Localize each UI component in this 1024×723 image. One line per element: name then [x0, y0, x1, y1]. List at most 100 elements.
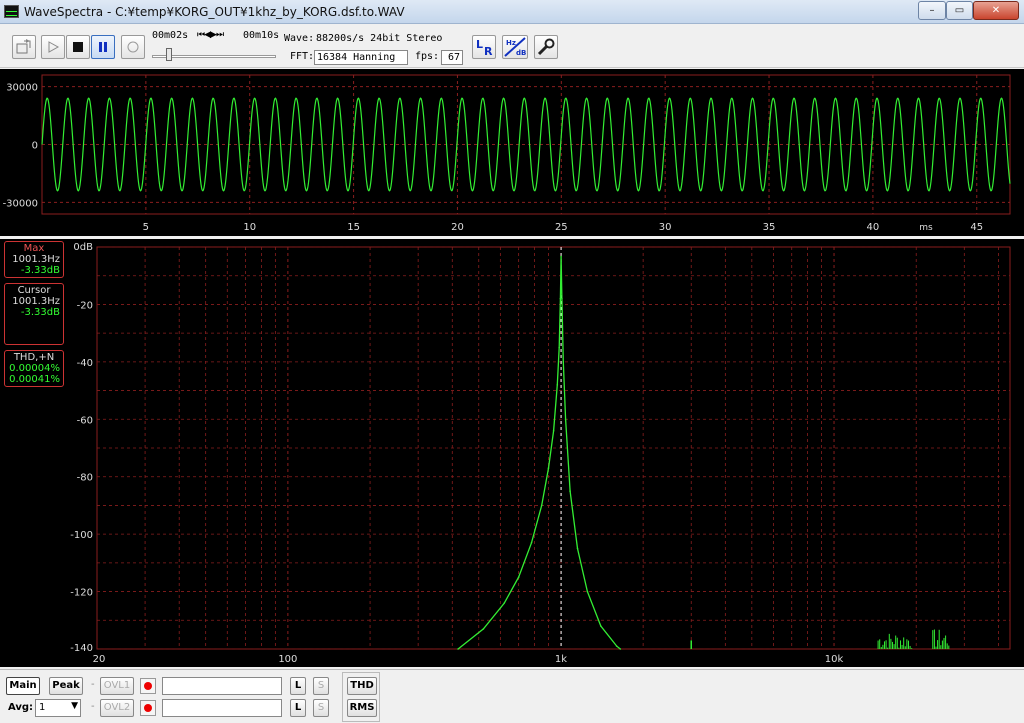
pause-icon [99, 42, 107, 52]
wave-y-tick-label: 30000 [6, 83, 38, 94]
window-title: WaveSpectra - C:¥temp¥KORG_OUT¥1khz_by_K… [24, 5, 405, 19]
separator-dash-1: - [91, 679, 95, 690]
spectrum-point [561, 297, 563, 300]
waveform-chart: 5 10 15 20 25 30 35 40 45 ms 30000 0 -30000 [3, 74, 1011, 233]
wave-x-tick-label: 25 [555, 222, 568, 233]
spectrum-point [547, 467, 550, 469]
lr-channel-button[interactable]: LR [472, 35, 496, 59]
ovl1-load-button[interactable]: L [290, 677, 306, 695]
main-button[interactable]: Main [6, 677, 40, 695]
spectrum-point [562, 361, 565, 363]
spectrum-y-tick-label: -140 [70, 643, 93, 654]
max-level: -3.33dB [20, 265, 60, 276]
wave-x-tick-label: 5 [143, 222, 149, 233]
bottom-control-bar: Main Peak - OVL1 L S Avg: 1 ▼ - OVL2 L S… [0, 669, 1024, 723]
ovl1-record-button[interactable] [140, 678, 156, 694]
waveform-panel[interactable]: 5 10 15 20 25 30 35 40 45 ms 30000 0 -30000 [0, 69, 1024, 236]
time-start: 00m02s [152, 30, 189, 41]
ovl2-button[interactable]: OVL2 [100, 699, 134, 717]
spectrum-panel[interactable]: 20 100 1k 10k 0dB -20 -40 -60 -80 -100 -120 -140 Ma… [0, 239, 1024, 667]
spectrum-point [600, 625, 602, 627]
max-title: Max [23, 243, 45, 254]
open-file-button[interactable] [12, 35, 36, 59]
spectrum-y-tick-label: -60 [77, 415, 93, 426]
minimize-button[interactable]: – [918, 1, 946, 20]
avg-select[interactable]: 1 ▼ [35, 699, 81, 717]
app-icon [4, 5, 19, 18]
cursor-freq: 1001.3Hz [12, 296, 60, 307]
spectrum-point [503, 602, 506, 604]
cursor-info-box: Cursor 1001.3Hz -3.33dB [4, 283, 64, 345]
record-icon [127, 41, 139, 53]
wave-y-tick-label: -30000 [3, 198, 38, 209]
ovl2-file-field[interactable] [162, 699, 282, 717]
fps-value: 67 [441, 50, 463, 65]
wave-x-tick-label: 15 [347, 222, 360, 233]
hz-db-icon: Hz dB [504, 37, 526, 57]
title-bar: WaveSpectra - C:¥temp¥KORG_OUT¥1khz_by_K… [0, 0, 1024, 24]
chevron-down-icon: ▼ [71, 701, 78, 711]
spectrum-x-tick-label: 10k [825, 654, 844, 665]
cursor-title: Cursor [17, 285, 51, 296]
pause-button[interactable] [91, 35, 115, 59]
spectrum-y-tick-label: -120 [70, 588, 93, 599]
cursor-level: -3.33dB [20, 307, 60, 318]
position-slider-thumb[interactable] [166, 48, 173, 61]
restore-button[interactable]: ▭ [946, 1, 973, 20]
wave-x-tick-label: 10 [243, 222, 256, 233]
fft-setting-value[interactable]: 16384 Hanning [314, 50, 408, 65]
wave-x-tick-label: 30 [659, 222, 672, 233]
lr-channel-icon: LR [476, 38, 493, 58]
ovl2-save-button[interactable]: S [313, 699, 329, 717]
record-button[interactable] [121, 35, 145, 59]
ovl1-button[interactable]: OVL1 [100, 677, 134, 695]
transport-controls[interactable]: ⏮◀▶⏭ [197, 30, 224, 40]
spectrum-y-tick-label: -20 [77, 300, 93, 311]
wave-x-tick-label: 40 [867, 222, 880, 233]
spectrum-point [560, 255, 562, 258]
spectrum-x-tick-label: 1k [555, 654, 567, 665]
ovl1-file-field[interactable] [162, 677, 282, 695]
spectrum-point [482, 628, 485, 630]
spectrum-point [619, 648, 622, 650]
rms-button[interactable]: RMS [347, 699, 377, 717]
spectrum-point [558, 346, 560, 349]
thd-button[interactable]: THD [347, 677, 377, 695]
wave-x-tick-label: 45 [970, 222, 983, 233]
avg-value: 1 [39, 702, 46, 713]
play-button[interactable] [41, 35, 65, 59]
close-button[interactable]: ✕ [973, 1, 1019, 20]
spectrum-y-tick-label: -40 [77, 358, 93, 369]
peak-button[interactable]: Peak [49, 677, 83, 695]
spectrum-point [517, 576, 520, 579]
stop-button[interactable] [66, 35, 90, 59]
play-icon [48, 41, 60, 53]
svg-text:dB: dB [516, 49, 526, 57]
wave-x-tick-label: 35 [763, 222, 776, 233]
thd-title: THD,+N [13, 352, 55, 363]
spectrum-trace [457, 256, 621, 650]
spectrum-y-tick-label: 0dB [73, 242, 93, 253]
spectrum-x-tick-label: 20 [93, 654, 106, 665]
wave-x-unit: ms [919, 223, 933, 233]
separator-dash-2: - [91, 701, 95, 712]
ovl1-save-button[interactable]: S [313, 677, 329, 695]
spectrum-point [569, 490, 571, 492]
thd-info-box: THD,+N 0.00004% 0.00041% [4, 350, 64, 387]
spectrum-point [564, 418, 567, 421]
settings-wrench-icon [537, 38, 555, 56]
wave-format-value: 88200s/s 24bit Stereo [316, 33, 443, 44]
svg-text:L: L [476, 38, 483, 51]
spectrum-point [530, 541, 533, 544]
ovl2-load-button[interactable]: L [290, 699, 306, 717]
avg-label: Avg: [8, 702, 34, 713]
hz-db-scale-button[interactable]: Hz dB [502, 35, 528, 59]
ovl2-record-button[interactable] [140, 700, 156, 716]
spectrum-point [559, 297, 562, 300]
spectrum-point [615, 645, 618, 647]
fps-label: fps: [415, 51, 440, 62]
svg-text:Hz: Hz [506, 39, 516, 47]
wave-x-tick-label: 20 [451, 222, 464, 233]
settings-button[interactable] [534, 35, 558, 59]
spectrum-y-tick-label: -80 [77, 473, 93, 484]
